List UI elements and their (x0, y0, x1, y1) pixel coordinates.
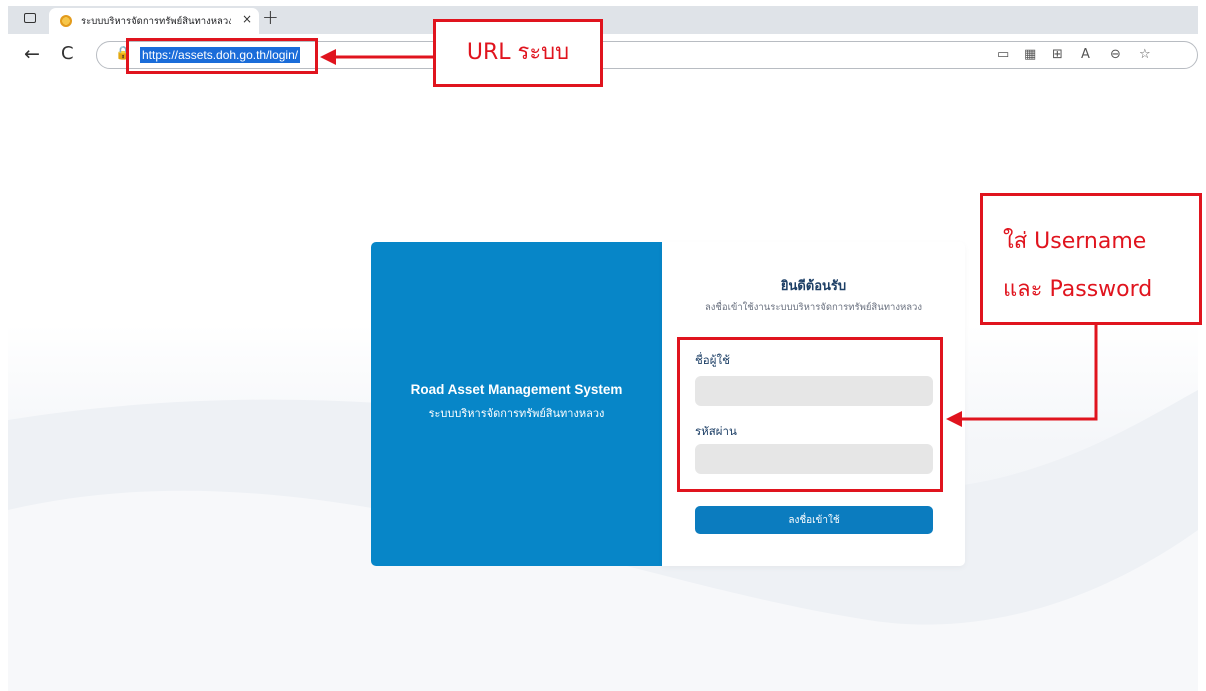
browser-tab[interactable]: ระบบบริหารจัดการทรัพย์สินทางหลวง - × (49, 8, 259, 34)
back-icon[interactable]: ← (24, 43, 40, 65)
reload-icon[interactable]: C (61, 43, 74, 64)
read-aloud-icon[interactable]: A (1081, 47, 1090, 62)
credentials-callout: ใส่ Username และ Password (980, 193, 1202, 325)
favorites-icon[interactable]: ☆ (1139, 47, 1151, 62)
system-title: Road Asset Management System (410, 382, 623, 397)
site-favicon-icon (60, 15, 72, 27)
tab-close-icon[interactable]: × (242, 12, 252, 26)
login-button[interactable]: ลงชื่อเข้าใช้ (695, 506, 933, 534)
credentials-callout-line2: และ Password (1003, 277, 1153, 302)
new-tab-button[interactable]: + (262, 7, 279, 27)
system-subtitle: ระบบบริหารจัดการทรัพย์สินทางหลวง (428, 407, 605, 420)
zoom-icon[interactable]: ⊖ (1110, 47, 1121, 62)
credentials-highlight-box (677, 337, 943, 492)
url-callout: URL ระบบ (433, 19, 603, 87)
qr-code-icon[interactable]: ▦ (1024, 47, 1036, 62)
welcome-heading: ยินดีต้อนรับ (780, 279, 847, 294)
apps-icon[interactable]: ⊞ (1052, 47, 1063, 62)
tab-title: ระบบบริหารจัดการทรัพย์สินทางหลวง - (81, 16, 231, 27)
url-highlight-box (126, 38, 318, 74)
welcome-subtitle: ลงชื่อเข้าใช้งานระบบบริหารจัดการทรัพย์สิ… (704, 302, 923, 313)
cast-icon[interactable]: ▭ (997, 47, 1009, 62)
credentials-callout-line1: ใส่ Username (1003, 229, 1147, 254)
tab-actions-icon[interactable] (24, 13, 36, 23)
